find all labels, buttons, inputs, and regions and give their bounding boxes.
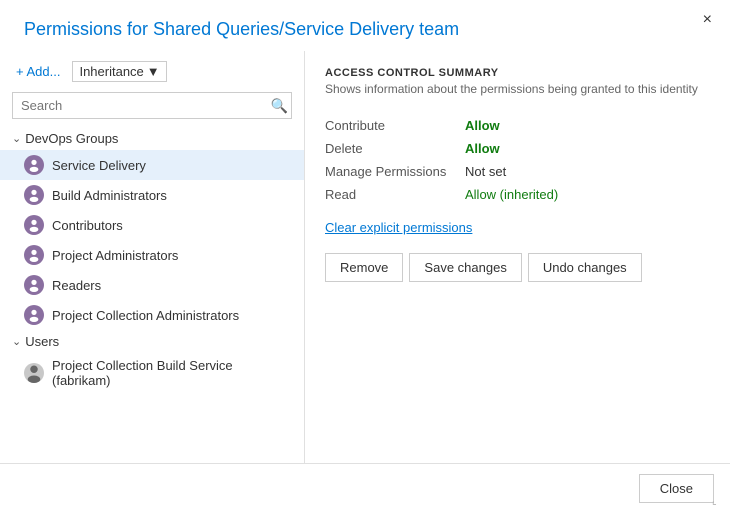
dialog-footer: Close <box>0 463 730 513</box>
group-header[interactable]: ⌄ DevOps Groups <box>0 127 304 150</box>
list-item[interactable]: Project Collection Administrators <box>0 300 304 330</box>
group-avatar-icon <box>24 155 44 175</box>
toolbar: + Add... Inheritance ▼ <box>0 61 304 92</box>
user-avatar-icon <box>24 363 44 383</box>
item-label: Project Administrators <box>52 248 178 263</box>
permission-label: Delete <box>325 141 465 156</box>
resize-handle[interactable]: ⌞ <box>712 497 724 509</box>
permission-row: Manage Permissions Not set <box>325 160 710 183</box>
right-panel: ACCESS CONTROL SUMMARY Shows information… <box>305 51 730 463</box>
inheritance-label: Inheritance <box>79 64 143 79</box>
left-panel: + Add... Inheritance ▼ 🔍 ⌄ DevOps Groups <box>0 51 305 463</box>
chevron-down-icon: ⌄ <box>12 132 21 145</box>
item-label: Build Administrators <box>52 188 167 203</box>
search-icon-button[interactable]: 🔍 <box>271 97 288 114</box>
list-item[interactable]: Build Administrators <box>0 180 304 210</box>
dialog-header: Permissions for Shared Queries/Service D… <box>0 0 730 51</box>
inheritance-chevron-icon: ▼ <box>147 64 160 79</box>
undo-changes-button[interactable]: Undo changes <box>528 253 642 282</box>
permission-label: Manage Permissions <box>325 164 465 179</box>
dialog-body: + Add... Inheritance ▼ 🔍 ⌄ DevOps Groups <box>0 51 730 463</box>
list-item[interactable]: Readers <box>0 270 304 300</box>
add-button[interactable]: + Add... <box>12 62 64 81</box>
permission-value: Allow <box>465 118 500 133</box>
group-avatar-icon <box>24 215 44 235</box>
permission-label: Read <box>325 187 465 202</box>
close-x-button[interactable]: × <box>699 10 716 30</box>
search-input[interactable] <box>12 92 292 119</box>
permissions-dialog: Permissions for Shared Queries/Service D… <box>0 0 730 513</box>
permission-value: Allow (inherited) <box>465 187 558 202</box>
inheritance-button[interactable]: Inheritance ▼ <box>72 61 166 82</box>
save-changes-button[interactable]: Save changes <box>409 253 521 282</box>
permission-row: Delete Allow <box>325 137 710 160</box>
list-item[interactable]: Service Delivery <box>0 150 304 180</box>
item-label: Contributors <box>52 218 123 233</box>
acs-title: ACCESS CONTROL SUMMARY <box>325 67 710 79</box>
permission-value: Allow <box>465 141 500 156</box>
clear-permissions-link[interactable]: Clear explicit permissions <box>325 220 710 235</box>
item-label: Project Collection Build Service (fabrik… <box>52 358 292 388</box>
permission-label: Contribute <box>325 118 465 133</box>
permission-row: Read Allow (inherited) <box>325 183 710 206</box>
list-item[interactable]: Contributors <box>0 210 304 240</box>
group-avatar-icon <box>24 275 44 295</box>
permission-value: Not set <box>465 164 506 179</box>
permissions-list: Contribute AllowDelete AllowManage Permi… <box>325 114 710 206</box>
group-header[interactable]: ⌄ Users <box>0 330 304 353</box>
group-avatar-icon <box>24 185 44 205</box>
group-header-label: DevOps Groups <box>25 131 118 146</box>
search-box: 🔍 <box>12 92 292 119</box>
dialog-title: Permissions for Shared Queries/Service D… <box>24 18 706 41</box>
acs-subtitle: Shows information about the permissions … <box>325 82 710 96</box>
group-avatar-icon <box>24 245 44 265</box>
group-avatar-icon <box>24 305 44 325</box>
list-item[interactable]: Project Administrators <box>0 240 304 270</box>
item-label: Project Collection Administrators <box>52 308 239 323</box>
close-button[interactable]: Close <box>639 474 714 503</box>
action-buttons: Remove Save changes Undo changes <box>325 253 710 282</box>
group-list: ⌄ DevOps Groups Service Delivery Build A… <box>0 127 304 463</box>
chevron-down-icon: ⌄ <box>12 335 21 348</box>
permission-row: Contribute Allow <box>325 114 710 137</box>
list-item[interactable]: Project Collection Build Service (fabrik… <box>0 353 304 393</box>
search-icon: 🔍 <box>271 97 288 113</box>
item-label: Service Delivery <box>52 158 146 173</box>
group-header-label: Users <box>25 334 59 349</box>
item-label: Readers <box>52 278 101 293</box>
remove-button[interactable]: Remove <box>325 253 403 282</box>
